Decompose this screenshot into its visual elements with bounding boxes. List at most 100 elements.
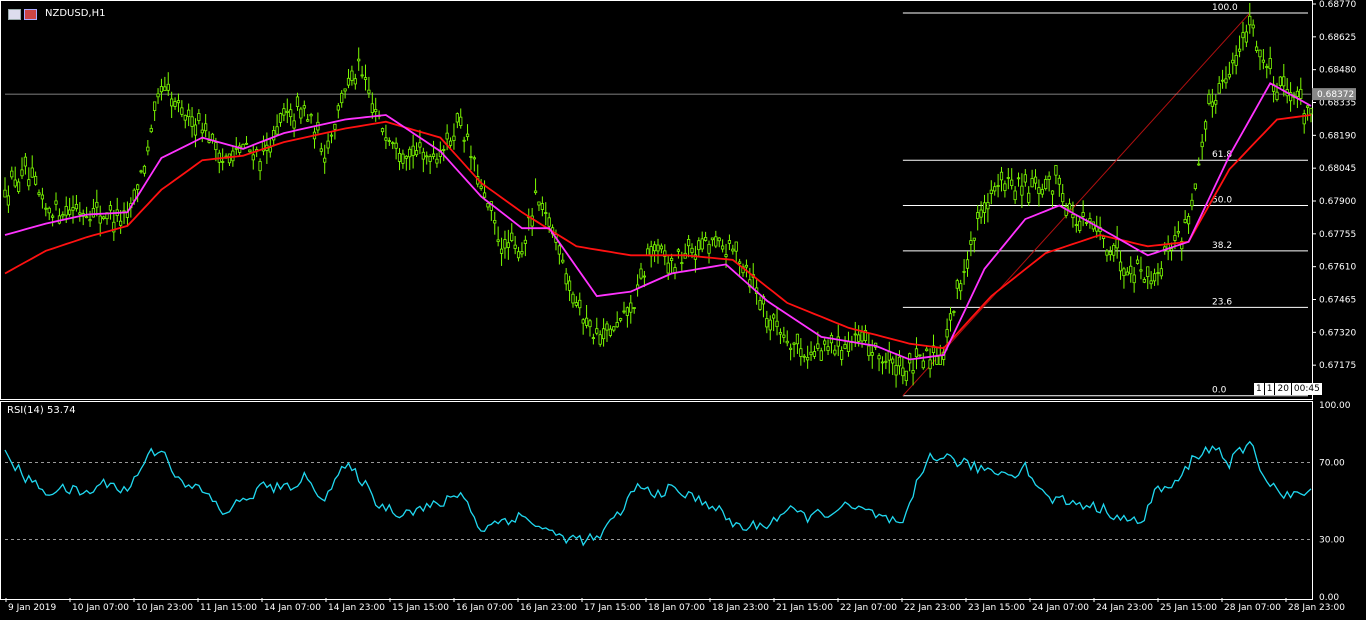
candle-body	[1078, 220, 1082, 231]
candle-body	[1183, 219, 1187, 223]
candle-body	[775, 320, 779, 328]
candle-body	[1275, 91, 1279, 100]
candle-body	[401, 153, 405, 164]
candle-body	[142, 165, 147, 174]
price-axis-label: 0.68045	[1319, 164, 1356, 174]
candle-body	[795, 333, 800, 345]
time-axis-label: 17 Jan 15:00	[584, 603, 641, 613]
candle-body	[1193, 183, 1197, 189]
candle-body	[1299, 88, 1303, 99]
candle-body	[176, 100, 181, 104]
candle-body	[1282, 76, 1286, 87]
candle-body	[1210, 101, 1214, 107]
time-axis-label: 22 Jan 07:00	[840, 603, 897, 613]
candle-body	[652, 244, 657, 252]
price-axis-label: 0.67610	[1319, 263, 1356, 273]
candle-body	[1159, 268, 1163, 277]
candle-body	[989, 189, 993, 194]
candle-body	[615, 322, 619, 328]
candle-body	[190, 116, 194, 127]
symbol-label: NZDUSD,H1	[45, 8, 106, 19]
candle-body	[826, 346, 830, 351]
price-axis-label: 0.67755	[1319, 230, 1356, 240]
candle-body	[1248, 15, 1252, 26]
candle-body	[982, 202, 987, 213]
candle-body	[1125, 271, 1129, 276]
candle-body	[598, 334, 602, 345]
candle-body	[159, 86, 164, 93]
candle-body	[91, 208, 96, 218]
candle-body	[918, 354, 922, 357]
candle-body	[629, 302, 633, 313]
candle-body	[214, 142, 218, 151]
candle-body	[506, 242, 510, 248]
candle-body	[482, 192, 487, 198]
candle-body	[149, 127, 153, 133]
time-axis-label: 14 Jan 23:00	[328, 603, 385, 613]
candle-body	[44, 207, 48, 210]
candle-body	[870, 352, 874, 356]
candle-body	[387, 140, 391, 143]
candle-body	[785, 340, 789, 344]
candle-body	[697, 240, 701, 251]
candle-body	[976, 212, 980, 219]
candle-body	[1278, 76, 1282, 86]
time-axis-label: 16 Jan 23:00	[520, 603, 577, 613]
candle-body	[435, 158, 439, 164]
candle-body	[1190, 199, 1194, 207]
candle-body	[302, 105, 306, 109]
candle-body	[408, 148, 412, 158]
candle-body	[27, 179, 31, 187]
candle-body	[10, 170, 14, 178]
candle-body	[37, 192, 41, 195]
candle-body	[1169, 248, 1174, 251]
candle-body	[442, 149, 446, 151]
time-axis-label: 23 Jan 15:00	[968, 603, 1025, 613]
candle-body	[493, 220, 497, 224]
candle-body	[74, 203, 79, 210]
candle-body	[578, 299, 582, 309]
candle-body	[47, 207, 51, 214]
candle-body	[374, 109, 378, 113]
candle-body	[428, 156, 432, 162]
candle-body	[207, 140, 211, 143]
candle-body	[1037, 187, 1041, 194]
candle-body	[809, 351, 813, 356]
candle-body	[544, 212, 548, 214]
candle-body	[204, 123, 208, 132]
time-axis-label: 10 Jan 07:00	[72, 603, 129, 613]
candle-body	[336, 105, 340, 111]
price-chart[interactable]: 0.687700.686250.684800.683350.681900.680…	[0, 0, 1366, 620]
candle-body	[1251, 24, 1255, 29]
candle-body	[897, 356, 902, 367]
candle-body	[350, 70, 354, 81]
candle-body	[880, 361, 885, 364]
candle-body	[608, 328, 612, 336]
candle-body	[639, 268, 643, 279]
candle-body	[601, 328, 606, 340]
candle-body	[13, 179, 17, 187]
candle-body	[469, 156, 473, 158]
chart-window-icon	[8, 9, 21, 20]
candle-body	[877, 355, 881, 360]
fibonacci-trendline	[902, 12, 1251, 397]
candle-body	[363, 77, 368, 80]
chart-window[interactable]: 0.68770 0.68625 0.68480 0.68335 0.68190 0.680…	[0, 0, 1366, 620]
candle-body	[1050, 190, 1055, 195]
candle-body	[54, 200, 58, 205]
candle-body	[384, 137, 388, 141]
candle-body	[1013, 190, 1017, 201]
candle-body	[996, 185, 1000, 187]
candle-body	[30, 167, 34, 178]
moving-average-fast-line	[4, 82, 1312, 361]
fibonacci-level-label: 38.2	[1212, 241, 1232, 251]
candle-body	[1265, 66, 1269, 68]
candle-body	[1118, 261, 1123, 272]
candle-body	[561, 259, 565, 263]
candle-body	[343, 88, 347, 92]
candle-body	[833, 349, 837, 355]
candle-body	[68, 209, 72, 215]
candle-body	[187, 109, 191, 118]
timer-field: 1	[1253, 383, 1264, 395]
rsi-axis-label: 30.00	[1319, 535, 1345, 545]
